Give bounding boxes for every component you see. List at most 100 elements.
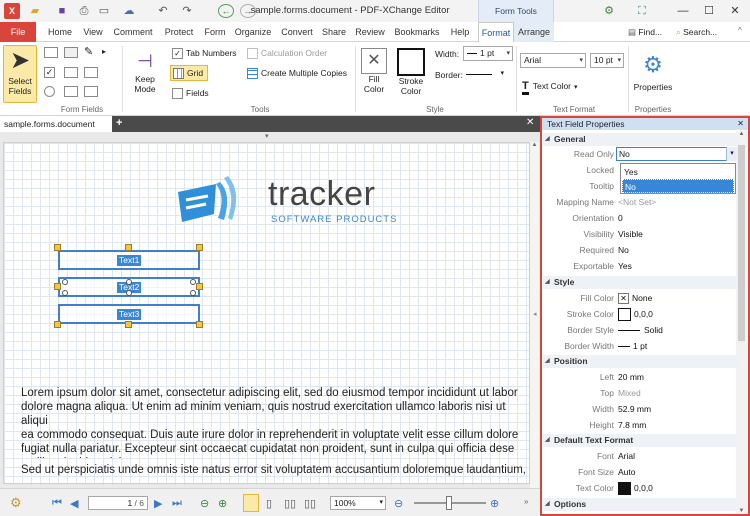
font-size-select[interactable]: 10 pt ▾ (590, 53, 624, 68)
font-select[interactable]: Arial ▾ (520, 53, 586, 68)
property-value-stroke-color[interactable]: 0,0,0 (618, 306, 736, 322)
options-icon[interactable]: ⚙ (600, 3, 618, 19)
section-options[interactable]: Options (543, 498, 738, 511)
back-view-icon[interactable]: ⊖ (200, 497, 209, 510)
tab-help[interactable]: Help (446, 22, 474, 42)
section-default-text-format[interactable]: Default Text Format (543, 434, 738, 447)
button-tool-icon[interactable] (64, 47, 78, 58)
tab-view[interactable]: View (79, 22, 107, 42)
page-number-input[interactable]: 1 / 6 (88, 496, 148, 510)
create-multiple-copies-button[interactable]: Create Multiple Copies (247, 66, 347, 80)
facing-view-icon[interactable]: ▯▯ (284, 497, 296, 510)
redo-icon[interactable]: ↷ (180, 3, 194, 19)
property-value-border-width[interactable]: 1 pt (618, 338, 736, 354)
facing-continuous-view-icon[interactable]: ▯▯ (304, 497, 316, 510)
field-handle[interactable] (62, 279, 68, 285)
field-handle[interactable] (190, 279, 196, 285)
read-only-select[interactable]: No (616, 147, 737, 161)
property-value-height[interactable]: 7.8 mm (618, 417, 736, 433)
first-page-icon[interactable]: ⏮ (52, 497, 62, 510)
zoom-select[interactable]: 100% ▾ (330, 496, 386, 510)
more-tools-icon[interactable]: ▸ (102, 47, 106, 56)
property-value-width[interactable]: 52.9 mm (618, 401, 736, 417)
fill-color-button[interactable]: ✕ Fill Color (359, 48, 389, 104)
property-value-font-size[interactable]: Auto (618, 464, 736, 480)
section-position[interactable]: Position (543, 355, 738, 368)
tab-review[interactable]: Review (352, 22, 388, 42)
status-more-icon[interactable]: » (524, 497, 528, 506)
new-tab-icon[interactable]: + (116, 117, 122, 129)
property-value-left[interactable]: 20 mm (618, 369, 736, 385)
radio-tool-icon[interactable] (44, 86, 55, 97)
dropdown-option-no[interactable]: No (622, 179, 734, 193)
panel-scrollbar[interactable]: ▲ ▼ (736, 131, 747, 514)
selection-handle[interactable] (196, 321, 203, 328)
selection-handle[interactable] (54, 321, 61, 328)
collapse-ribbon-icon[interactable]: ^ (738, 26, 742, 35)
tab-home[interactable]: Home (43, 22, 77, 42)
forward-view-icon[interactable]: ⊕ (218, 497, 227, 510)
single-page-view-icon[interactable] (243, 494, 259, 512)
continuous-view-icon[interactable]: ▯ (266, 497, 272, 510)
tab-arrange[interactable]: Arrange (514, 22, 554, 42)
text-color-button[interactable]: T Text Color ▾ (522, 78, 578, 95)
zoom-slider[interactable] (414, 496, 486, 510)
scan-icon[interactable]: ▭ (96, 3, 112, 19)
panel-close-icon[interactable]: ✕ (737, 118, 744, 130)
field-handle[interactable] (62, 290, 68, 296)
last-page-icon[interactable]: ⏭ (172, 497, 182, 510)
width-select[interactable]: 1 pt ▾ (463, 46, 513, 61)
zoom-in-icon[interactable]: ⊕ (490, 497, 499, 510)
property-value-fill-color[interactable]: ✕ None (618, 290, 736, 306)
close-document-icon[interactable]: ✕ (526, 117, 534, 128)
maximize-icon[interactable]: ☐ (698, 0, 720, 22)
property-value-exportable[interactable]: Yes (618, 258, 736, 274)
border-style-select[interactable]: ▾ (466, 69, 510, 81)
checkbox-tool-icon[interactable]: ✓ (44, 67, 55, 78)
folder-open-icon[interactable]: ▰ (26, 3, 44, 19)
combo-box-tool-icon[interactable] (84, 67, 98, 78)
document-tab[interactable]: sample.forms.document (0, 116, 112, 132)
undo-icon[interactable]: ↶ (156, 3, 170, 19)
tab-numbers-button[interactable]: ✓ Tab Numbers (172, 46, 237, 60)
selection-handle[interactable] (196, 283, 203, 290)
tab-organize[interactable]: Organize (232, 22, 274, 42)
selection-handle[interactable] (54, 283, 61, 290)
zoom-out-icon[interactable]: ⊖ (394, 497, 403, 510)
properties-button[interactable]: ⚙ Properties (632, 48, 674, 102)
image-tool-icon[interactable] (64, 86, 78, 97)
text-field-1[interactable]: Text1 (58, 250, 200, 270)
property-value-top[interactable]: Mixed (618, 385, 736, 401)
tab-convert[interactable]: Convert (278, 22, 316, 42)
save-icon[interactable]: ■ (54, 3, 70, 19)
section-style[interactable]: Style (543, 276, 738, 289)
calculation-order-button[interactable]: Calculation Order (247, 46, 327, 60)
zoom-slider-thumb[interactable] (446, 496, 452, 510)
selection-handle[interactable] (54, 244, 61, 251)
selection-handle[interactable] (125, 321, 132, 328)
field-handle[interactable] (190, 290, 196, 296)
property-value-required[interactable]: No (618, 242, 736, 258)
tab-format[interactable]: Format (478, 22, 514, 43)
scroll-thumb[interactable] (738, 145, 745, 341)
field-handle[interactable] (126, 279, 132, 285)
select-fields-button[interactable]: ➤ Select Fields (3, 45, 37, 103)
next-page-icon[interactable]: ▶ (154, 497, 162, 510)
tab-protect[interactable]: Protect (160, 22, 198, 42)
search-button[interactable]: ⌕ Search... (676, 24, 736, 40)
minimize-icon[interactable]: — (672, 0, 694, 22)
property-value-border-style[interactable]: Solid (618, 322, 736, 338)
chevron-down-icon[interactable]: ▾ (726, 147, 737, 161)
fullscreen-icon[interactable]: ⛶ (634, 3, 650, 19)
tab-file[interactable]: File (0, 22, 36, 42)
find-button[interactable]: ▤ Find... (628, 24, 672, 40)
settings-icon[interactable]: ⚙ (10, 495, 22, 511)
list-box-tool-icon[interactable] (64, 67, 78, 78)
cloud-icon[interactable]: ☁ (120, 3, 138, 19)
property-value-orientation[interactable]: 0 (618, 210, 736, 226)
text-field-tool-icon[interactable] (44, 47, 58, 58)
scroll-up-icon[interactable]: ▲ (530, 142, 539, 148)
property-value-font[interactable]: Arial (618, 448, 736, 464)
section-general[interactable]: General (543, 133, 738, 146)
back-icon[interactable]: ← (218, 4, 234, 18)
